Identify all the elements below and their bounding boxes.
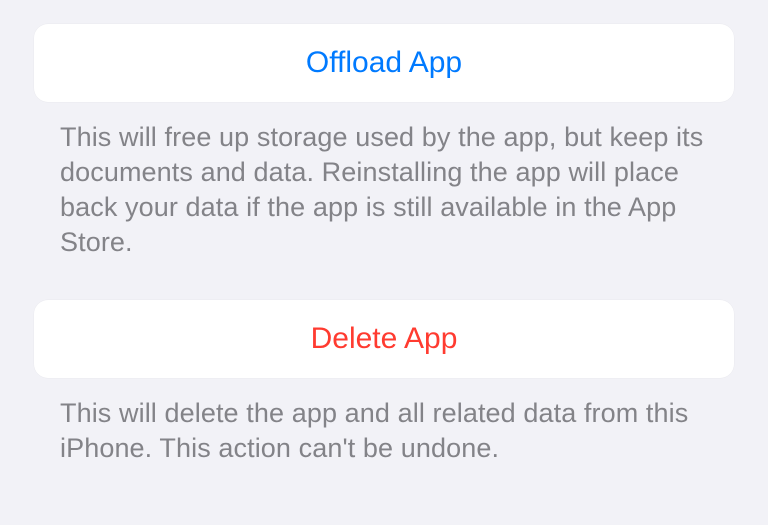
delete-app-label: Delete App	[311, 322, 458, 355]
offload-app-label: Offload App	[306, 46, 462, 79]
delete-app-description: This will delete the app and all related…	[34, 378, 734, 466]
delete-app-button[interactable]: Delete App	[34, 300, 734, 378]
offload-app-button[interactable]: Offload App	[34, 24, 734, 102]
offload-app-description: This will free up storage used by the ap…	[34, 102, 734, 260]
